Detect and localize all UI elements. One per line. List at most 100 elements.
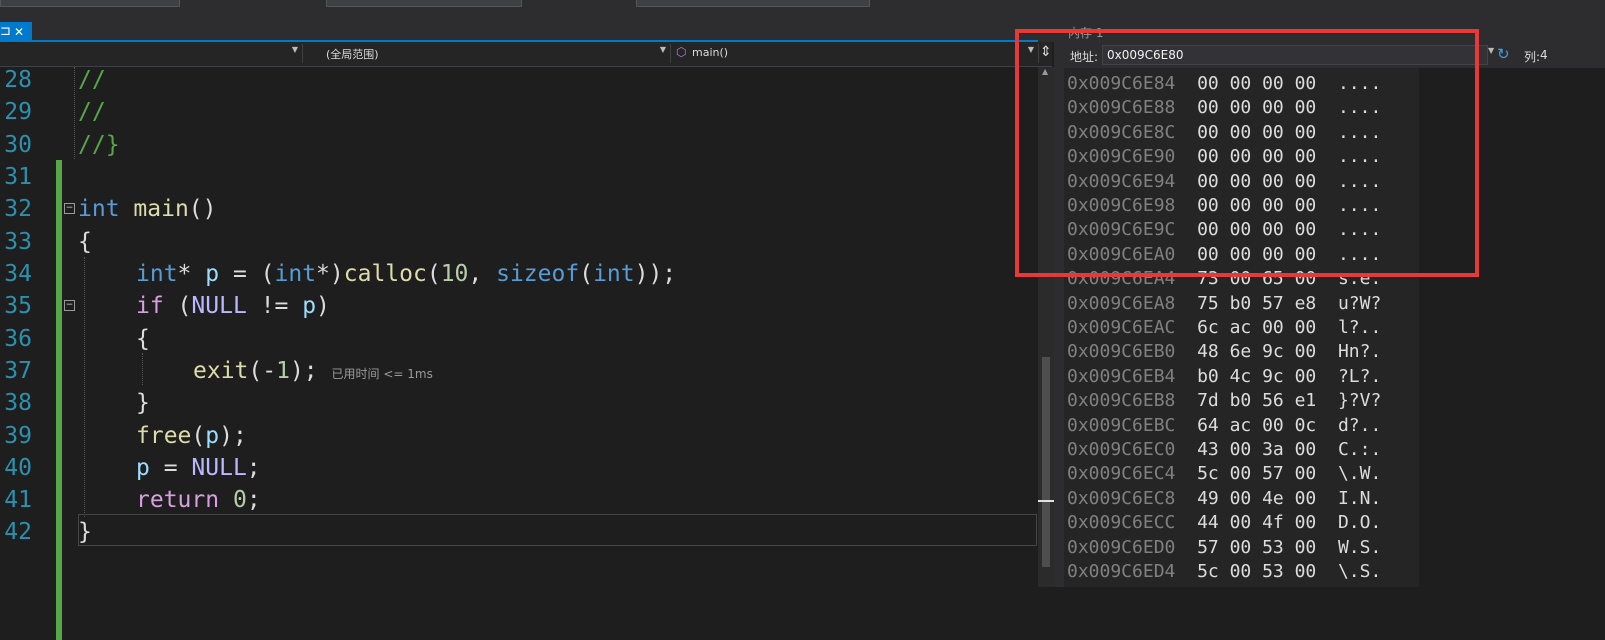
memory-row[interactable]: 0x009C6ED4 5c 00 53 00 \.S. [1067, 561, 1381, 582]
memory-row[interactable]: 0x009C6EBC 64 ac 00 0c d?.. [1067, 415, 1381, 436]
code-token: return [136, 487, 220, 513]
caret-position-marker [1038, 500, 1054, 502]
code-token: , [468, 261, 497, 287]
change-indicator [56, 160, 62, 640]
memory-address: 0x009C6EBC [1067, 414, 1176, 436]
toolbar-combo[interactable] [0, 0, 180, 7]
memory-bytes[interactable]: 57 00 53 00 [1197, 537, 1316, 558]
memory-row[interactable]: 0x009C6EB4 b0 4c 9c 00 ?L?. [1067, 366, 1381, 387]
code-token: *) [316, 261, 344, 287]
line-number: 39 [4, 423, 32, 449]
code-token: p [205, 423, 220, 449]
code-line: free(p); [136, 423, 247, 449]
code-token: ); [289, 358, 318, 384]
memory-row[interactable]: 0x009C6EB8 7d b0 56 e1 }?V? [1067, 390, 1381, 411]
indent-guide [84, 257, 85, 517]
memory-row[interactable]: 0x009C6EAC 6c ac 00 00 l?.. [1067, 317, 1381, 338]
line-number: 34 [4, 261, 32, 287]
memory-address: 0x009C6ED0 [1067, 536, 1176, 558]
tab-pin-icon: ⊐ [0, 24, 11, 39]
code-token: ); [219, 423, 247, 449]
memory-ascii: d?.. [1337, 414, 1382, 436]
function-label: main() [692, 46, 729, 59]
memory-row[interactable]: 0x009C6EB0 48 6e 9c 00 Hn?. [1067, 341, 1381, 362]
memory-bytes[interactable]: 7d b0 56 e1 [1197, 390, 1316, 411]
memory-row[interactable]: 0x009C6EC4 5c 00 57 00 \.W. [1067, 463, 1381, 484]
memory-row[interactable]: 0x009C6ED0 57 00 53 00 W.S. [1067, 537, 1381, 558]
cube-icon: ⬡ [676, 45, 687, 59]
line-number: 35 [4, 293, 32, 319]
memory-row[interactable]: 0x009C6EC8 49 00 4e 00 I.N. [1067, 488, 1381, 509]
memory-bytes[interactable]: 43 00 3a 00 [1197, 439, 1316, 460]
memory-bytes[interactable]: 5c 00 53 00 [1197, 561, 1316, 582]
memory-bytes[interactable]: 49 00 4e 00 [1197, 488, 1316, 509]
code-token: int [593, 261, 635, 287]
memory-bytes[interactable]: 6c ac 00 00 [1197, 317, 1316, 338]
chevron-down-icon: ▼ [659, 45, 666, 54]
code-token: ( [579, 261, 594, 287]
collapse-icon[interactable]: − [64, 300, 75, 311]
code-token: int [274, 261, 317, 287]
memory-row[interactable]: 0x009C6ECC 44 00 4f 00 D.O. [1067, 512, 1381, 533]
line-number: 32 [4, 196, 32, 222]
refresh-icon[interactable]: ↻ [1497, 45, 1510, 63]
code-token: if [136, 293, 164, 319]
memory-bytes[interactable]: 5c 00 57 00 [1197, 463, 1316, 484]
memory-bytes[interactable]: 75 b0 57 e8 [1197, 293, 1316, 314]
memory-address: 0x009C6ED4 [1067, 561, 1176, 582]
toolbar-combo[interactable] [636, 0, 870, 7]
columns-label: 列: [1524, 50, 1541, 64]
memory-ascii: \.S. [1337, 561, 1382, 582]
memory-row[interactable]: 0x009C6EA8 75 b0 57 e8 u?W? [1067, 293, 1381, 314]
perf-tip[interactable]: 已用时间 <= 1ms [332, 367, 433, 381]
memory-address: 0x009C6EC0 [1067, 439, 1176, 460]
memory-row[interactable]: 0x009C6EC0 43 00 3a 00 C.:. [1067, 439, 1381, 460]
memory-bytes[interactable]: 48 6e 9c 00 [1197, 341, 1316, 362]
top-toolbar [0, 0, 1605, 20]
code-token: sizeof [496, 261, 580, 287]
line-number: 29 [4, 99, 32, 125]
code-line: { [136, 326, 150, 352]
code-token: * [177, 261, 206, 287]
function-dropdown[interactable]: ⬡ main() ▼ [672, 44, 1039, 63]
code-token: main [133, 196, 189, 222]
code-token: )); [634, 261, 677, 287]
code-token: () [188, 196, 217, 222]
code-line: { [78, 229, 92, 255]
line-number: 40 [4, 455, 32, 481]
line-number: 31 [4, 164, 32, 190]
code-token: NULL [191, 455, 247, 481]
line-number: 42 [4, 519, 32, 545]
code-line: if (NULL != p) [136, 293, 330, 319]
code-line: int* p = (int*)calloc(10, sizeof(int)); [136, 261, 676, 287]
columns-input[interactable]: 4 [1540, 48, 1548, 62]
project-dropdown[interactable]: ▼ [0, 44, 303, 63]
scope-dropdown[interactable]: (全局范围) ▼ [306, 44, 671, 63]
line-number: 36 [4, 326, 32, 352]
code-token: ; [246, 455, 261, 481]
memory-address: 0x009C6EA8 [1067, 292, 1176, 314]
memory-address: 0x009C6ECC [1067, 512, 1176, 534]
code-token: 10 [440, 261, 469, 287]
memory-bytes[interactable]: 44 00 4f 00 [1197, 512, 1316, 533]
code-token: (- [248, 358, 277, 384]
indent-guide [74, 67, 75, 159]
tab-source-file[interactable]: ⊐ ✕ [0, 22, 32, 42]
code-line: exit(-1); 已用时间 <= 1ms [193, 358, 433, 384]
code-token: 0 [232, 487, 247, 513]
toolbar-combo[interactable] [326, 0, 522, 7]
code-token: 1 [276, 358, 290, 384]
memory-bytes[interactable]: 64 ac 00 0c [1197, 415, 1316, 436]
chevron-down-icon[interactable]: ▼ [1488, 46, 1494, 55]
memory-ascii: u?W? [1337, 292, 1382, 314]
code-line: } [78, 519, 92, 545]
code-editor[interactable]: − − 28 29 30 31 32 33 34 35 36 37 38 39 … [0, 67, 1038, 640]
code-token: != [246, 293, 303, 319]
scrollbar-thumb[interactable] [1042, 357, 1050, 567]
collapse-icon[interactable]: − [64, 203, 75, 214]
memory-bytes[interactable]: b0 4c 9c 00 [1197, 366, 1316, 387]
code-token: free [136, 423, 192, 449]
code-token: ) [316, 293, 330, 319]
close-icon[interactable]: ✕ [14, 22, 24, 42]
code-line: int main() [78, 196, 217, 222]
